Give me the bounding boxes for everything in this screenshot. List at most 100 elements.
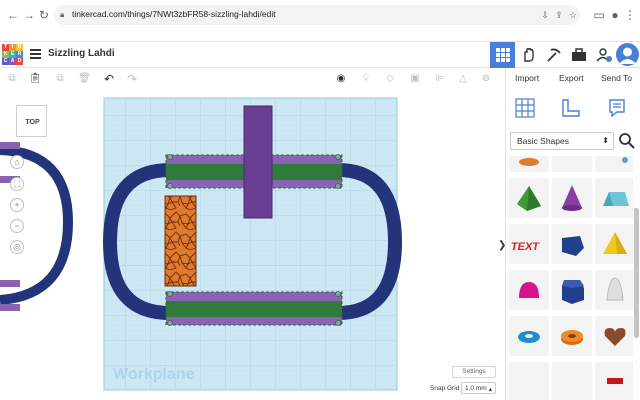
install-icon[interactable]: ⇩	[540, 10, 550, 20]
cruise-icon[interactable]: ⊚	[480, 73, 492, 85]
paste-icon[interactable]: 📋︎	[29, 73, 42, 85]
send-to-button[interactable]: Send To	[601, 73, 632, 83]
add-user-icon	[595, 48, 612, 62]
shape-tile[interactable]	[595, 362, 633, 400]
shape-tile-torus[interactable]	[509, 316, 549, 356]
view-cube[interactable]: TOP	[16, 105, 47, 137]
shape-tile-tube[interactable]	[552, 316, 592, 356]
view-cube-label: TOP	[25, 119, 40, 126]
light-icon[interactable]: 💡︎	[360, 73, 372, 85]
tinkercad-logo[interactable]: TINKERCAD	[2, 44, 24, 66]
shape-tile-pyramid[interactable]	[509, 178, 549, 218]
voronoi-plate-shape[interactable]	[165, 196, 196, 286]
pyramid-icon	[517, 186, 541, 211]
pickaxe-icon	[546, 48, 561, 62]
workplane-canvas[interactable]: TOP ⌂ ⛶ + − ◎ Workplane Settings Snap Gr…	[0, 90, 505, 400]
group-icon[interactable]: ▣	[409, 73, 421, 85]
paraboloid-icon	[606, 277, 624, 301]
align-icon[interactable]: ⊫	[434, 73, 446, 85]
notes-icon[interactable]: ◉	[335, 73, 347, 85]
home-view-icon[interactable]: ⌂	[10, 155, 24, 169]
logo-letter: A	[9, 58, 16, 65]
user-avatar[interactable]	[616, 43, 639, 66]
logo-letter: N	[16, 44, 23, 51]
shape-icon[interactable]: ◇	[384, 73, 396, 85]
lock-icon: 🔒︎	[60, 10, 65, 19]
invite-button[interactable]	[591, 42, 616, 68]
shape-tile-hexagon[interactable]	[552, 270, 592, 310]
design-title[interactable]: Sizzling Lahdi	[48, 48, 115, 59]
duplicate-icon[interactable]: ⧉	[54, 73, 66, 85]
undo-icon[interactable]: ↶	[103, 73, 115, 85]
shape-tile[interactable]	[509, 362, 549, 400]
select-caret-icon: ⬍	[602, 136, 609, 145]
address-bar[interactable]: 🔒︎ tinkercad.com/things/7NWt3zbFR58-sizz…	[54, 5, 580, 25]
logo-letter: R	[16, 51, 23, 58]
codeblocks-button[interactable]	[516, 42, 541, 68]
zoom-out-icon[interactable]: −	[10, 219, 24, 233]
briefcase-icon	[571, 48, 586, 61]
settings-button[interactable]: Settings	[452, 366, 496, 378]
collapse-panel-icon[interactable]: ❯	[498, 240, 505, 251]
edit-toolbar: ⧉ 📋︎ ⧉ 🗑︎ ↶ ↷ ◉ 💡︎ ◇ ▣ ⊫ △ ⊚	[0, 68, 505, 90]
shape-tile-heart[interactable]	[595, 316, 633, 356]
cone-icon	[562, 185, 582, 211]
sidebar-toggle-icon[interactable]: ▭	[592, 8, 606, 22]
reload-icon[interactable]: ↻	[37, 8, 51, 22]
projects-button[interactable]	[566, 42, 591, 68]
design-menu-icon[interactable]	[30, 49, 41, 59]
scene-svg	[0, 97, 403, 391]
heart-icon	[604, 328, 626, 346]
copy-icon[interactable]: ⧉	[6, 73, 18, 85]
fit-view-icon[interactable]: ⛶	[10, 177, 24, 191]
forward-icon[interactable]: →	[22, 8, 36, 22]
tinker-button[interactable]	[541, 42, 566, 68]
torus-icon	[518, 331, 540, 343]
workplane-grid-icon[interactable]	[515, 98, 535, 118]
export-button[interactable]: Export	[559, 73, 584, 83]
3d-design-button[interactable]	[490, 42, 515, 68]
perspective-icon[interactable]: ◎	[10, 240, 24, 254]
delete-icon[interactable]: 🗑︎	[78, 73, 91, 85]
shape-category-select[interactable]: Basic Shapes ⬍	[510, 132, 614, 150]
share-icon[interactable]: ⇪	[554, 10, 564, 20]
shape-tile-half-sphere[interactable]	[509, 270, 549, 310]
shape-tile[interactable]	[552, 362, 592, 400]
svg-text:TEXT: TEXT	[510, 241, 540, 253]
shape-tile-cone[interactable]	[552, 178, 592, 218]
shape-tile-pyramid-yellow[interactable]	[595, 224, 633, 264]
back-icon[interactable]: ←	[6, 8, 20, 22]
profile-icon[interactable]: ●	[608, 8, 622, 22]
user-icon	[619, 47, 636, 64]
logo-letter: T	[2, 44, 9, 51]
redo-icon[interactable]: ↷	[126, 73, 138, 85]
grid-view-icon	[495, 48, 510, 62]
shapes-grid: TEXT	[506, 156, 633, 400]
snap-grid-label: Snap Grid	[430, 385, 460, 392]
logo-letter: I	[9, 44, 16, 51]
bookmark-icon[interactable]: ☆	[568, 10, 578, 20]
shape-tile-polygon[interactable]	[552, 224, 592, 264]
import-button[interactable]: Import	[515, 73, 539, 83]
shape-tile[interactable]	[509, 156, 549, 172]
zoom-in-icon[interactable]: +	[10, 198, 24, 212]
panel-scrollbar[interactable]	[634, 208, 639, 338]
shape-tile-roof[interactable]	[595, 178, 633, 218]
notes-panel-icon[interactable]	[607, 98, 627, 118]
search-icon[interactable]	[618, 132, 636, 150]
vertical-box-shape[interactable]	[244, 106, 272, 218]
browser-chrome: ← → ↻ 🔒︎ tinkercad.com/things/7NWt3zbFR5…	[0, 0, 640, 42]
shapes-panel: Import Export Send To Basic Shapes ⬍ TEX…	[505, 68, 640, 400]
shape-tile-text[interactable]: TEXT	[509, 224, 549, 264]
shape-tile-paraboloid[interactable]	[595, 270, 633, 310]
more-icon[interactable]: ⋮	[623, 8, 637, 22]
ruler-icon[interactable]	[561, 98, 581, 118]
hand-icon	[523, 47, 534, 62]
bottom-green-bar[interactable]	[166, 301, 342, 317]
shape-tile[interactable]	[552, 156, 592, 172]
logo-letter: C	[2, 58, 9, 65]
mirror-icon[interactable]: △	[457, 73, 469, 85]
snap-caret-icon: ▴	[488, 386, 492, 393]
snap-grid-select[interactable]: 1.0 mm ▴	[461, 382, 496, 394]
shape-tile[interactable]	[595, 156, 633, 172]
